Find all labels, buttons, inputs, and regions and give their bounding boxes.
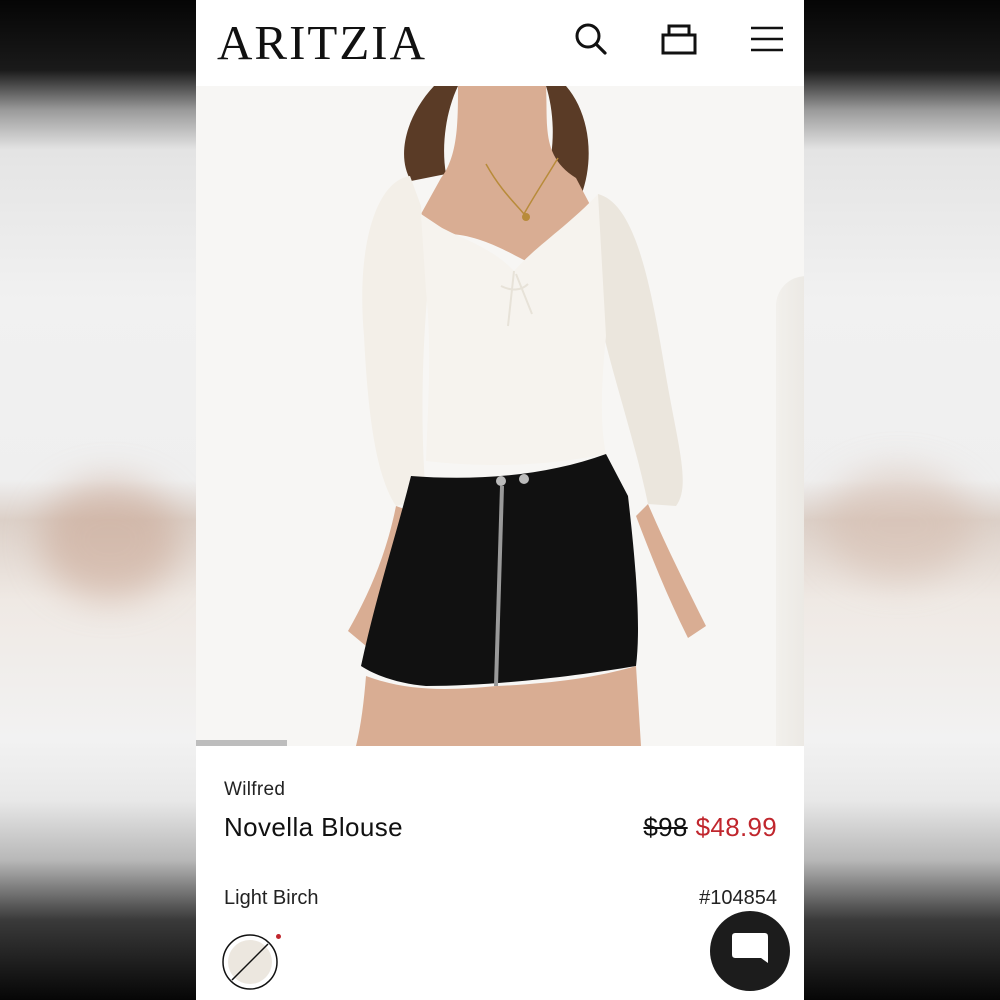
product-photo: [348, 86, 706, 746]
product-price: $98 $48.99: [643, 812, 777, 843]
selected-color-name: Light Birch: [224, 887, 319, 909]
product-page: ARITZIA Wilfred Novella Blouse $98 $48.9…: [196, 0, 804, 1000]
background-blur-right: [804, 0, 1000, 1000]
original-price: $98: [643, 812, 688, 842]
color-swatch-light-birch[interactable]: [222, 934, 278, 990]
product-info: Wilfred Novella Blouse $98 $48.99 Light B…: [196, 746, 804, 1000]
search-icon[interactable]: [572, 20, 610, 58]
product-brand[interactable]: Wilfred: [224, 779, 285, 801]
brand-logo[interactable]: ARITZIA: [217, 14, 427, 71]
next-image-peek[interactable]: [776, 276, 804, 746]
chat-icon: [732, 933, 768, 963]
chat-button[interactable]: [710, 911, 790, 991]
product-sku: #104854: [699, 887, 777, 909]
product-title: Novella Blouse: [224, 812, 404, 842]
menu-icon[interactable]: [748, 20, 786, 58]
sale-price: $48.99: [695, 812, 777, 842]
site-header: ARITZIA: [196, 0, 804, 86]
product-image-carousel[interactable]: [196, 86, 804, 746]
background-blur-left: [0, 0, 196, 1000]
low-stock-dot: [276, 934, 281, 939]
bag-icon[interactable]: [660, 20, 698, 58]
